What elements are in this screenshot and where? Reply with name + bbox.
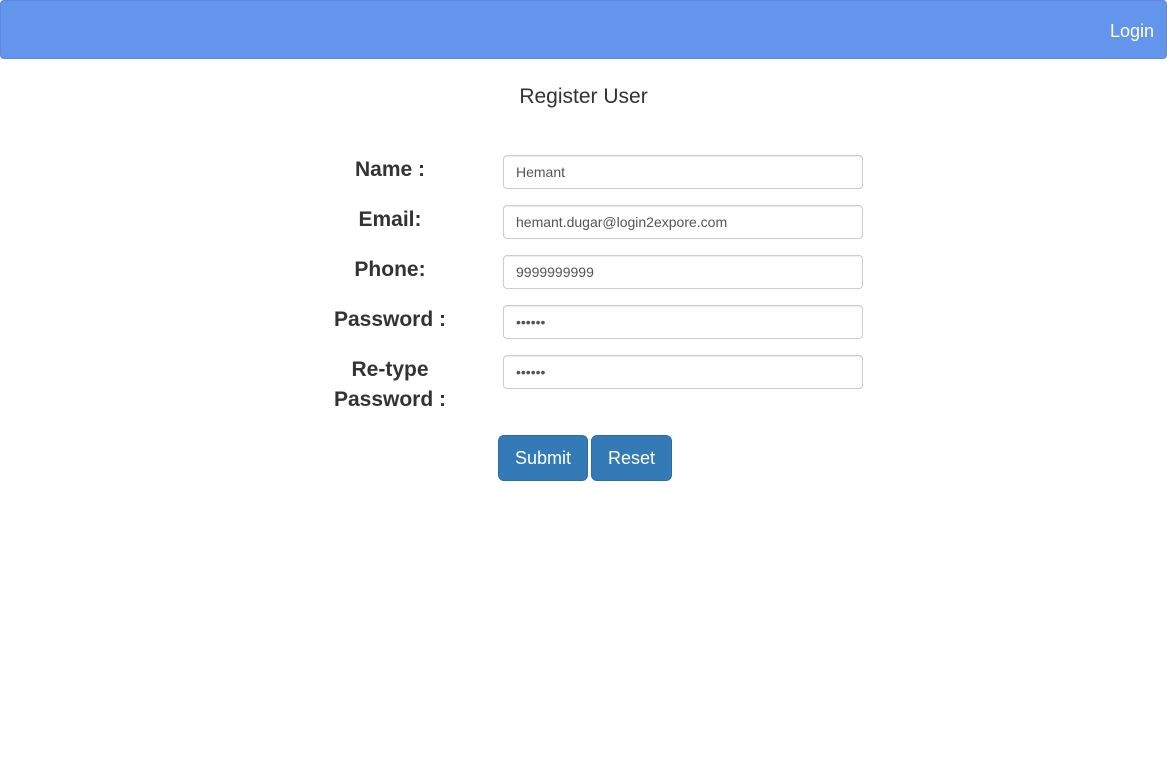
submit-button[interactable]: Submit — [498, 435, 588, 481]
reset-button[interactable]: Reset — [591, 435, 672, 481]
retype-password-label: Re-type Password : — [290, 355, 490, 415]
retype-password-input[interactable] — [503, 355, 863, 389]
retype-password-label-line1: Re-type — [351, 358, 429, 381]
email-label: Email: — [358, 208, 422, 231]
name-input[interactable] — [503, 155, 863, 189]
phone-label: Phone: — [354, 258, 426, 281]
page-title: Register User — [519, 85, 648, 108]
retype-password-label-line2: Password : — [333, 388, 447, 411]
password-input[interactable] — [503, 305, 863, 339]
phone-input[interactable] — [503, 255, 863, 289]
login-link[interactable]: Login — [1110, 20, 1154, 42]
email-input[interactable] — [503, 205, 863, 239]
password-label: Password : — [333, 308, 447, 331]
top-navbar: Login — [0, 0, 1167, 59]
name-label: Name : — [354, 158, 426, 181]
